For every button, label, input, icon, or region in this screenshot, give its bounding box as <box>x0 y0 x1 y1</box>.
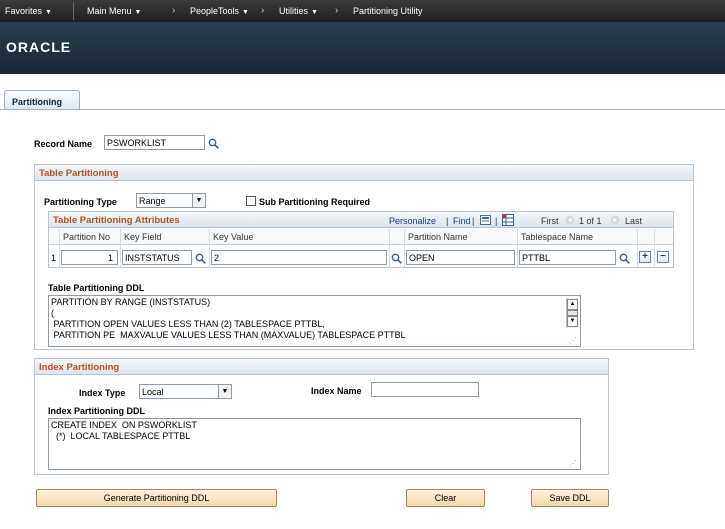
column-divider <box>517 229 518 267</box>
sub-partitioning-label: Sub Partitioning Required <box>259 197 371 207</box>
table-partitioning-title: Table Partitioning <box>35 165 693 181</box>
column-divider <box>389 229 390 267</box>
clear-button[interactable]: Clear <box>406 489 485 507</box>
grid-column-header: Partition No Key Field Key Value Partiti… <box>49 229 673 245</box>
caret-down-icon: ▼ <box>311 9 318 16</box>
record-name-label: Record Name <box>34 139 93 149</box>
sub-partitioning-checkbox[interactable] <box>246 196 256 206</box>
breadcrumb-chevron-icon: › <box>335 5 339 16</box>
nav-favorites[interactable]: Favorites ▼ <box>5 6 52 16</box>
column-partition-no[interactable]: Partition No <box>63 232 110 242</box>
pipe-separator: | <box>472 216 475 226</box>
magnifier-icon[interactable] <box>619 253 630 264</box>
column-divider <box>637 229 638 267</box>
nav-peopletools-label: PeopleTools <box>190 6 240 16</box>
index-type-label: Index Type <box>79 388 126 398</box>
magnifier-icon[interactable] <box>208 138 219 149</box>
tab-partitioning[interactable]: Partitioning <box>4 90 80 110</box>
nav-separator <box>73 2 74 20</box>
last-label: Last <box>625 216 643 226</box>
first-label: First <box>541 216 559 226</box>
column-divider <box>209 229 210 267</box>
generate-ddl-button[interactable]: Generate Partitioning DDL <box>36 489 277 507</box>
column-divider <box>404 229 405 267</box>
partitioning-type-value: Range <box>139 196 166 206</box>
nav-main-menu[interactable]: Main Menu ▼ <box>87 6 141 16</box>
nav-main-menu-label: Main Menu <box>87 6 132 16</box>
plus-icon[interactable]: + <box>639 251 651 263</box>
nav-peopletools[interactable]: PeopleTools ▼ <box>190 6 249 16</box>
nav-utilities-label: Utilities <box>279 6 309 16</box>
left-arrow-icon <box>565 215 575 225</box>
column-divider <box>59 229 60 267</box>
row-number: 1 <box>51 253 57 263</box>
save-ddl-button[interactable]: Save DDL <box>531 489 609 507</box>
index-name-label: Index Name <box>311 386 362 396</box>
scroll-up-icon[interactable]: ▲ <box>567 299 578 310</box>
nav-utilities[interactable]: Utilities ▼ <box>279 6 318 16</box>
chevron-down-icon: ▼ <box>218 385 231 398</box>
find-link[interactable]: Find <box>453 216 471 226</box>
right-arrow-icon <box>610 215 620 225</box>
column-key-value[interactable]: Key Value <box>213 232 253 242</box>
tab-divider <box>0 109 725 110</box>
branding-header: ORACLE <box>0 22 725 74</box>
pipe-separator: | <box>446 216 449 226</box>
partition-no-input[interactable]: 1 <box>61 250 118 265</box>
column-key-field[interactable]: Key Field <box>124 232 162 242</box>
caret-down-icon: ▼ <box>242 9 249 16</box>
nav-current-page[interactable]: Partitioning Utility <box>353 6 423 16</box>
index-ddl-label: Index Partitioning DDL <box>48 406 146 416</box>
minus-icon[interactable]: − <box>657 251 669 263</box>
partition-attributes-grid: Table Partitioning Attributes Personaliz… <box>48 211 674 268</box>
column-divider <box>654 229 655 267</box>
column-partition-name[interactable]: Partition Name <box>408 232 468 242</box>
chevron-down-icon: ▼ <box>192 194 205 207</box>
index-partitioning-title: Index Partitioning <box>35 359 608 375</box>
record-name-input[interactable]: PSWORKLIST <box>104 135 205 150</box>
key-field-input[interactable]: INSTSTATUS <box>122 250 192 265</box>
resize-grip-icon[interactable]: ⋰ <box>569 459 578 468</box>
grid-title: Table Partitioning Attributes <box>53 215 180 226</box>
resize-grip-icon[interactable]: ⋰ <box>569 336 578 345</box>
column-divider <box>120 229 121 267</box>
table-ddl-scrollbar[interactable]: ▲ ▼ <box>566 298 578 328</box>
index-type-select[interactable]: Local ▼ <box>139 384 232 399</box>
table-ddl-label: Table Partitioning DDL <box>48 283 145 293</box>
caret-down-icon: ▼ <box>45 9 52 16</box>
personalize-link[interactable]: Personalize <box>389 216 436 226</box>
nav-favorites-label: Favorites <box>5 6 43 16</box>
oracle-logo: ORACLE <box>6 39 72 55</box>
index-type-value: Local <box>142 387 164 397</box>
spreadsheet-icon[interactable] <box>502 214 514 226</box>
magnifier-icon[interactable] <box>195 253 206 264</box>
breadcrumb-chevron-icon: › <box>261 5 265 16</box>
partition-name-input[interactable]: OPEN <box>406 250 515 265</box>
top-navigation-bar: Favorites ▼ Main Menu ▼ › PeopleTools ▼ › U… <box>0 0 725 22</box>
table-ddl-textarea[interactable]: PARTITION BY RANGE (INSTSTATUS) ( PARTIT… <box>48 295 581 347</box>
breadcrumb-chevron-icon: › <box>172 5 176 16</box>
magnifier-icon[interactable] <box>391 253 402 264</box>
row-range-text: 1 of 1 <box>579 216 602 226</box>
index-ddl-textarea[interactable]: CREATE INDEX ON PSWORKLIST (*) LOCAL TAB… <box>48 418 581 470</box>
partitioning-type-select[interactable]: Range ▼ <box>136 193 206 208</box>
tablespace-name-input[interactable]: PTTBL <box>519 250 616 265</box>
partitioning-type-label: Partitioning Type <box>44 197 117 207</box>
grid-view-icon[interactable] <box>480 215 491 225</box>
grid-header: Table Partitioning Attributes Personaliz… <box>49 212 673 228</box>
column-tablespace-name[interactable]: Tablespace Name <box>521 232 593 242</box>
index-name-input[interactable] <box>371 382 479 397</box>
scroll-down-icon[interactable]: ▼ <box>567 316 578 327</box>
pipe-separator: | <box>495 216 498 226</box>
key-value-input[interactable]: 2 <box>211 250 387 265</box>
caret-down-icon: ▼ <box>134 9 142 16</box>
